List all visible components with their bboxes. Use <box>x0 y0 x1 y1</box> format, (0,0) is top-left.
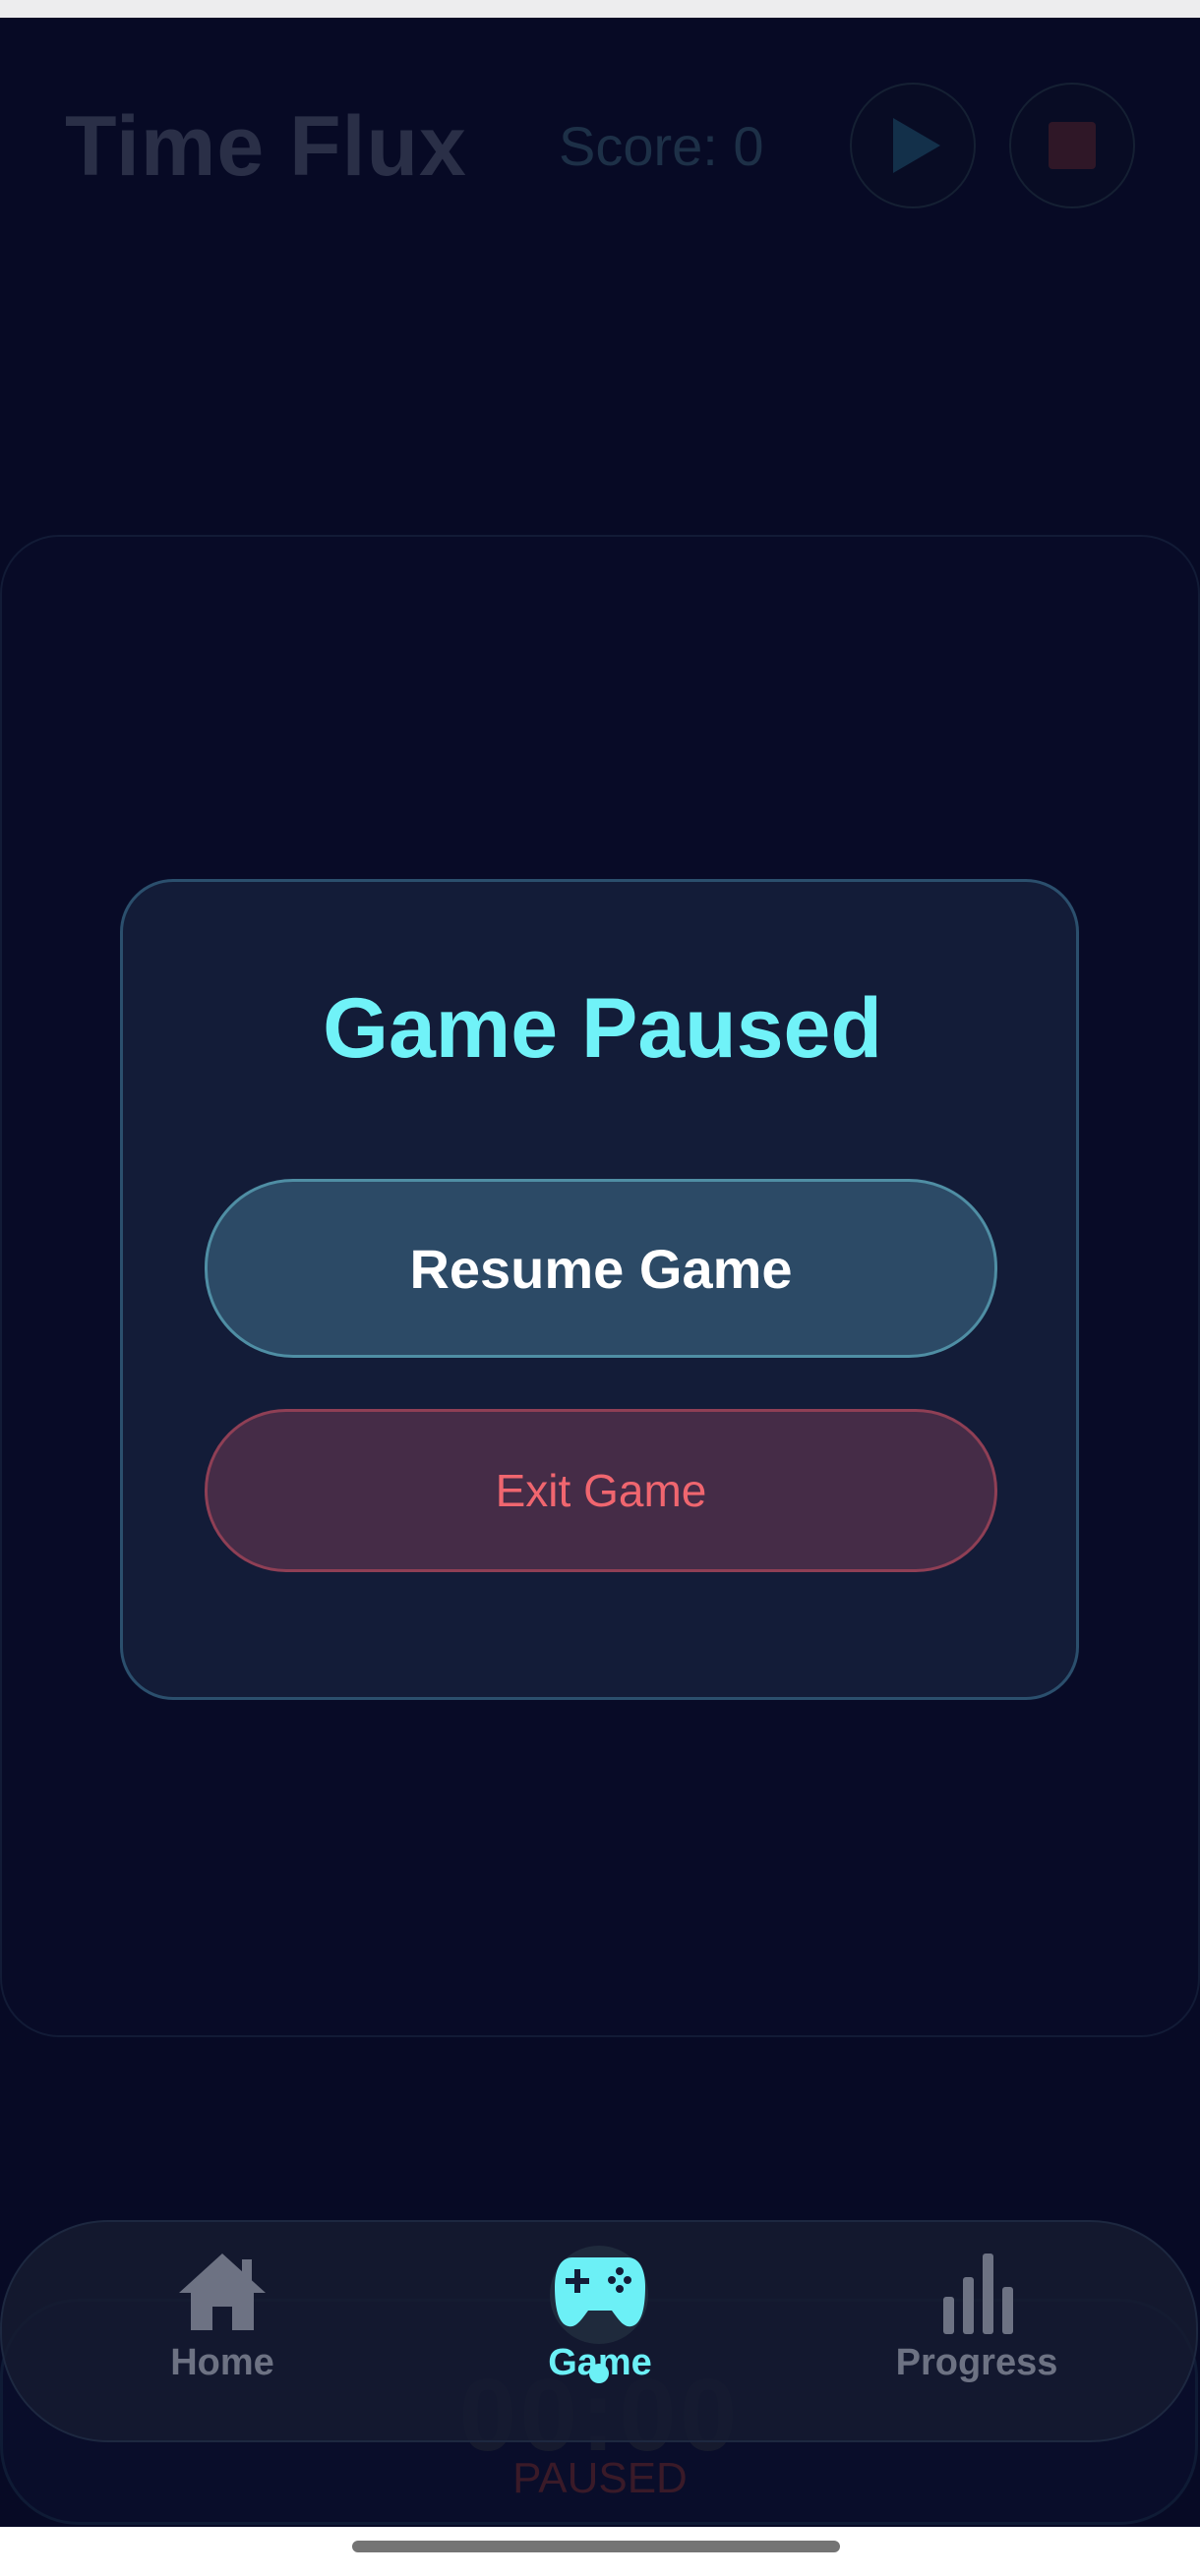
game-screen: Time Flux Score: 0 00:00 PAUSED Home Gam… <box>0 18 1200 2527</box>
play-icon <box>893 118 940 173</box>
home-indicator[interactable] <box>352 2541 840 2552</box>
exit-game-button[interactable]: Exit Game <box>205 1409 997 1572</box>
nav-item-progress[interactable]: Progress <box>829 2248 1124 2434</box>
timer-status: PAUSED <box>512 2454 688 2502</box>
pause-dialog: Game Paused Resume Game Exit Game <box>120 879 1079 1700</box>
gamepad-icon <box>555 2257 645 2327</box>
score-label: Score: 0 <box>559 115 764 177</box>
stop-button[interactable] <box>1009 83 1135 208</box>
stop-icon <box>1049 122 1096 169</box>
bar-chart-icon <box>943 2254 1013 2334</box>
active-dot <box>589 2364 609 2383</box>
dialog-title: Game Paused <box>323 981 882 1076</box>
nav-label-progress: Progress <box>895 2342 1058 2383</box>
nav-item-home[interactable]: Home <box>75 2248 370 2434</box>
play-button[interactable] <box>850 83 976 208</box>
app-title: Time Flux <box>65 99 467 194</box>
resume-game-button[interactable]: Resume Game <box>205 1179 997 1358</box>
home-icon <box>179 2254 266 2330</box>
status-bar <box>0 0 1200 18</box>
nav-item-game[interactable]: Game <box>452 2248 748 2434</box>
nav-label-home: Home <box>170 2342 274 2383</box>
